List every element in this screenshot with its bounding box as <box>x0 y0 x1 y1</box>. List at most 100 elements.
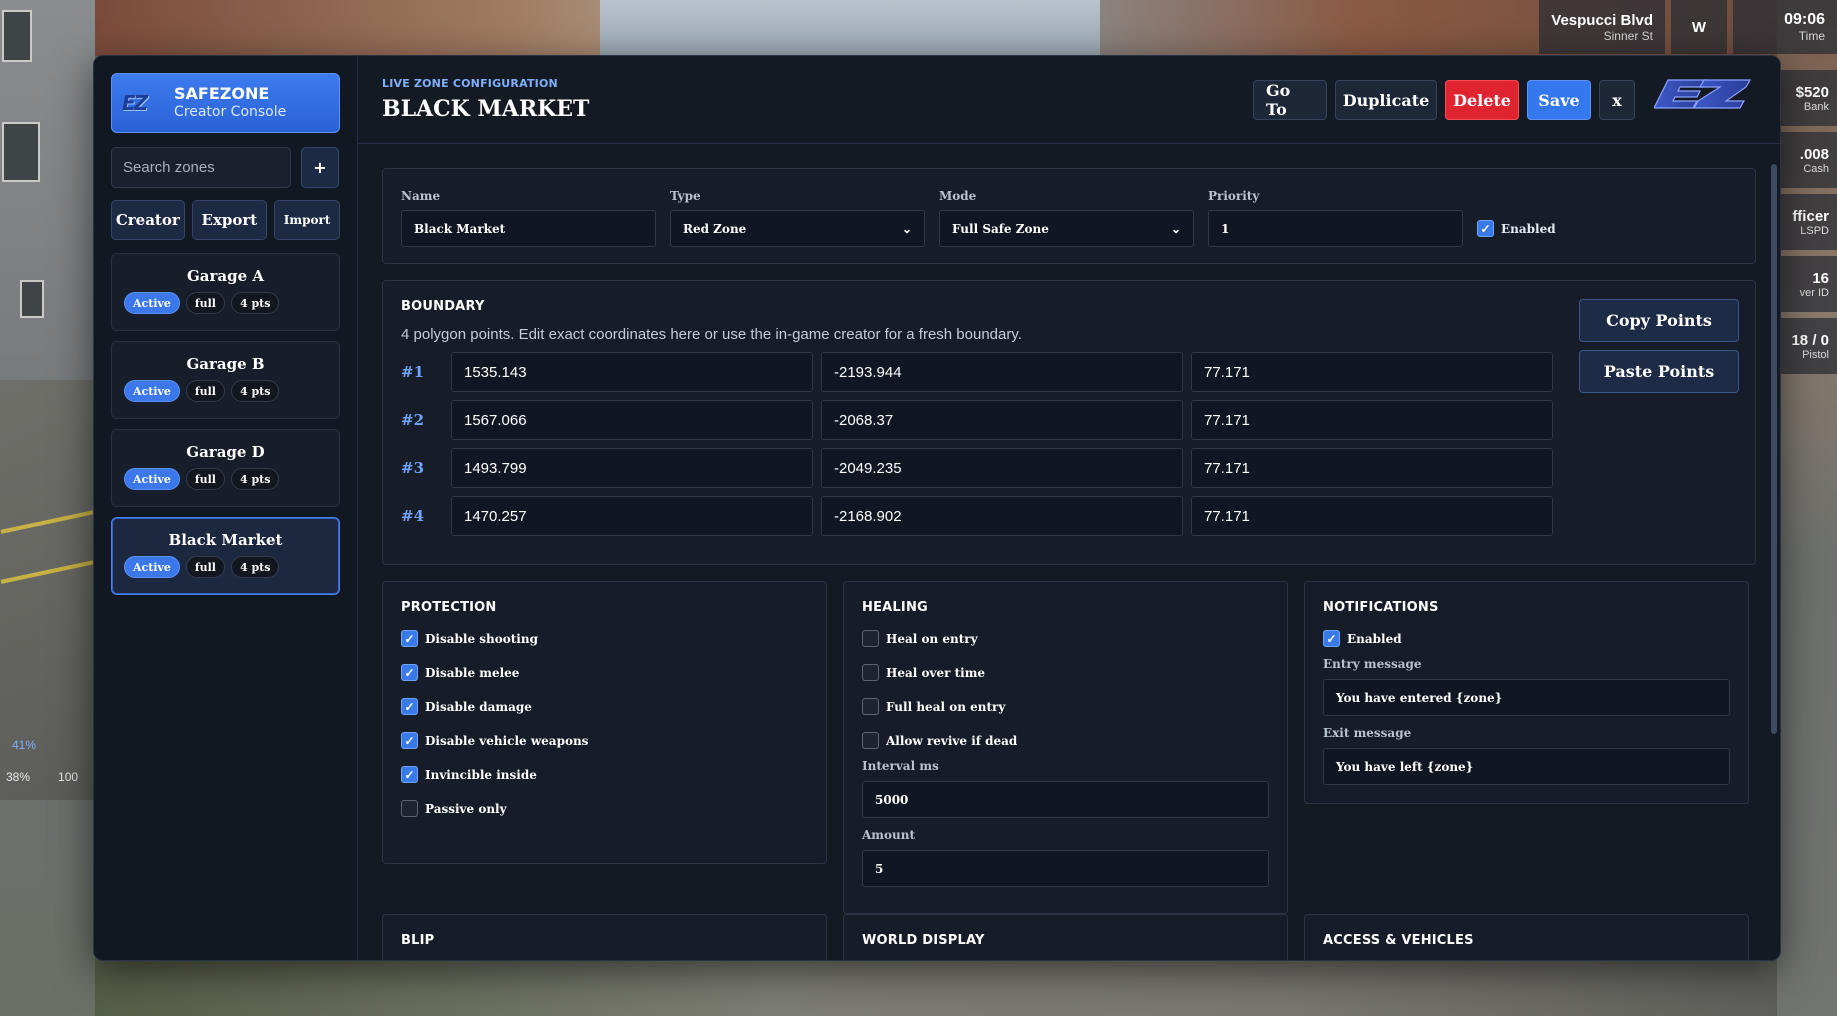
delete-button[interactable]: Delete <box>1445 80 1519 120</box>
point-index: #1 <box>401 363 425 381</box>
duplicate-button[interactable]: Duplicate <box>1335 80 1437 120</box>
boundary-card: BOUNDARY 4 polygon points. Edit exact co… <box>382 280 1756 565</box>
compass-icon: W <box>1671 0 1727 54</box>
exit-message-input[interactable]: You have left {zone} <box>1323 748 1730 785</box>
point-y-input[interactable]: -2049.235 <box>821 448 1183 488</box>
go-to-button[interactable]: Go To <box>1253 80 1327 120</box>
access-vehicles-title: ACCESS & VEHICLES <box>1323 933 1474 948</box>
point-x-input[interactable]: 1567.066 <box>451 400 813 440</box>
mode-select[interactable]: Full Safe Zone ⌄ <box>939 210 1194 247</box>
priority-input[interactable]: 1 <box>1208 210 1463 247</box>
checkbox-checked-icon[interactable]: ✓ <box>1477 220 1494 237</box>
checkbox-unchecked-icon[interactable] <box>862 630 879 647</box>
entry-message-label: Entry message <box>1323 657 1422 671</box>
compass-heading: W <box>1691 18 1707 36</box>
amount-input[interactable]: 5 <box>862 850 1269 887</box>
zone-item-garage-a[interactable]: Garage A Active full 4 pts <box>111 253 340 331</box>
export-button[interactable]: Export <box>191 200 268 240</box>
location-display: Vespucci Blvd Sinner St <box>1539 0 1665 54</box>
server-id-display: 16 ver ID <box>1777 256 1837 312</box>
point-y-input[interactable]: -2168.902 <box>821 496 1183 536</box>
point-y-input[interactable]: -2068.37 <box>821 400 1183 440</box>
mode-badge: full <box>185 380 225 402</box>
full-heal-on-entry-option[interactable]: Full heal on entry <box>862 698 1269 715</box>
checkbox-unchecked-icon[interactable] <box>401 800 418 817</box>
zone-name: Black Market <box>168 531 283 549</box>
zone-item-black-market[interactable]: Black Market Active full 4 pts <box>111 517 340 595</box>
checkbox-checked-icon[interactable]: ✓ <box>401 698 418 715</box>
point-z-input[interactable]: 77.171 <box>1191 496 1553 536</box>
page-title: BLACK MARKET <box>382 96 590 122</box>
checkbox-checked-icon[interactable]: ✓ <box>401 766 418 783</box>
mode-badge: full <box>185 292 225 314</box>
enabled-toggle[interactable]: ✓ Enabled <box>1477 210 1556 247</box>
checkbox-unchecked-icon[interactable] <box>862 732 879 749</box>
paste-points-button[interactable]: Paste Points <box>1579 350 1739 393</box>
search-zones-input[interactable] <box>111 147 291 188</box>
priority-label: Priority <box>1208 189 1260 203</box>
point-index: #2 <box>401 411 425 429</box>
protection-card: PROTECTION ✓ Disable shooting ✓ Disable me… <box>382 581 827 864</box>
point-z-input[interactable]: 77.171 <box>1191 448 1553 488</box>
job-display: fficer LSPD <box>1777 194 1837 250</box>
clock-time: 09:06 <box>1784 11 1825 28</box>
heal-on-entry-option[interactable]: Heal on entry <box>862 630 1269 647</box>
zone-config-card: Name Black Market Type Red Zone ⌄ Mode F… <box>382 168 1756 264</box>
blip-card: BLIP <box>382 914 827 960</box>
cross-street: Sinner St <box>1603 28 1653 43</box>
entry-message-input[interactable]: You have entered {zone} <box>1323 679 1730 716</box>
name-input[interactable]: Black Market <box>401 210 656 247</box>
point-y-input[interactable]: -2193.944 <box>821 352 1183 392</box>
content-scrollbar[interactable] <box>1771 164 1777 734</box>
creator-button[interactable]: Creator <box>111 200 185 240</box>
disable-melee-option[interactable]: ✓ Disable melee <box>401 664 808 681</box>
disable-damage-option[interactable]: ✓ Disable damage <box>401 698 808 715</box>
zone-item-garage-b[interactable]: Garage B Active full 4 pts <box>111 341 340 419</box>
interval-input[interactable]: 5000 <box>862 781 1269 818</box>
status-badge: Active <box>124 556 180 578</box>
ez-logo-icon <box>1654 79 1752 109</box>
add-zone-button[interactable]: + <box>301 147 339 188</box>
checkbox-unchecked-icon[interactable] <box>862 664 879 681</box>
copy-points-button[interactable]: Copy Points <box>1579 299 1739 342</box>
server-id-label: ver ID <box>1799 286 1829 299</box>
mode-value: Full Safe Zone <box>952 221 1049 236</box>
point-x-input[interactable]: 1535.143 <box>451 352 813 392</box>
option-label: Disable shooting <box>425 631 538 646</box>
notifications-enabled-option[interactable]: ✓ Enabled <box>1323 630 1730 647</box>
settings-sections: PROTECTION ✓ Disable shooting ✓ Disable me… <box>382 581 1756 914</box>
zone-list: Garage A Active full 4 pts Garage B Acti… <box>111 253 340 595</box>
type-select[interactable]: Red Zone ⌄ <box>670 210 925 247</box>
type-value: Red Zone <box>683 221 747 236</box>
point-z-input[interactable]: 77.171 <box>1191 352 1553 392</box>
invincible-inside-option[interactable]: ✓ Invincible inside <box>401 766 808 783</box>
point-row: #2 1567.066 -2068.37 77.171 <box>401 400 1737 440</box>
checkbox-checked-icon[interactable]: ✓ <box>1323 630 1340 647</box>
cash-display: .008 Cash <box>1777 132 1837 188</box>
editor-header: LIVE ZONE CONFIGURATION BLACK MARKET Go … <box>358 56 1780 144</box>
checkbox-checked-icon[interactable]: ✓ <box>401 664 418 681</box>
ammo-display: 18 / 0 Pistol <box>1777 318 1837 374</box>
point-z-input[interactable]: 77.171 <box>1191 400 1553 440</box>
disable-shooting-option[interactable]: ✓ Disable shooting <box>401 630 808 647</box>
checkbox-checked-icon[interactable]: ✓ <box>401 732 418 749</box>
close-button[interactable]: x <box>1599 80 1635 120</box>
point-x-input[interactable]: 1470.257 <box>451 496 813 536</box>
save-button[interactable]: Save <box>1527 80 1591 120</box>
healing-title: HEALING <box>862 600 928 615</box>
point-x-input[interactable]: 1493.799 <box>451 448 813 488</box>
allow-revive-option[interactable]: Allow revive if dead <box>862 732 1269 749</box>
disable-vehicle-weapons-option[interactable]: ✓ Disable vehicle weapons <box>401 732 808 749</box>
checkbox-checked-icon[interactable]: ✓ <box>401 630 418 647</box>
point-index: #4 <box>401 507 425 525</box>
player-stats: 41% 38% 100 <box>6 738 78 784</box>
cash-label: Cash <box>1803 162 1829 175</box>
passive-only-option[interactable]: Passive only <box>401 800 808 817</box>
status-badge: Active <box>124 292 180 314</box>
checkbox-unchecked-icon[interactable] <box>862 698 879 715</box>
zone-item-garage-d[interactable]: Garage D Active full 4 pts <box>111 429 340 507</box>
status-badge: Active <box>124 468 180 490</box>
ez-logo-icon: EZ <box>122 91 148 115</box>
import-button[interactable]: Import <box>274 200 340 240</box>
heal-over-time-option[interactable]: Heal over time <box>862 664 1269 681</box>
